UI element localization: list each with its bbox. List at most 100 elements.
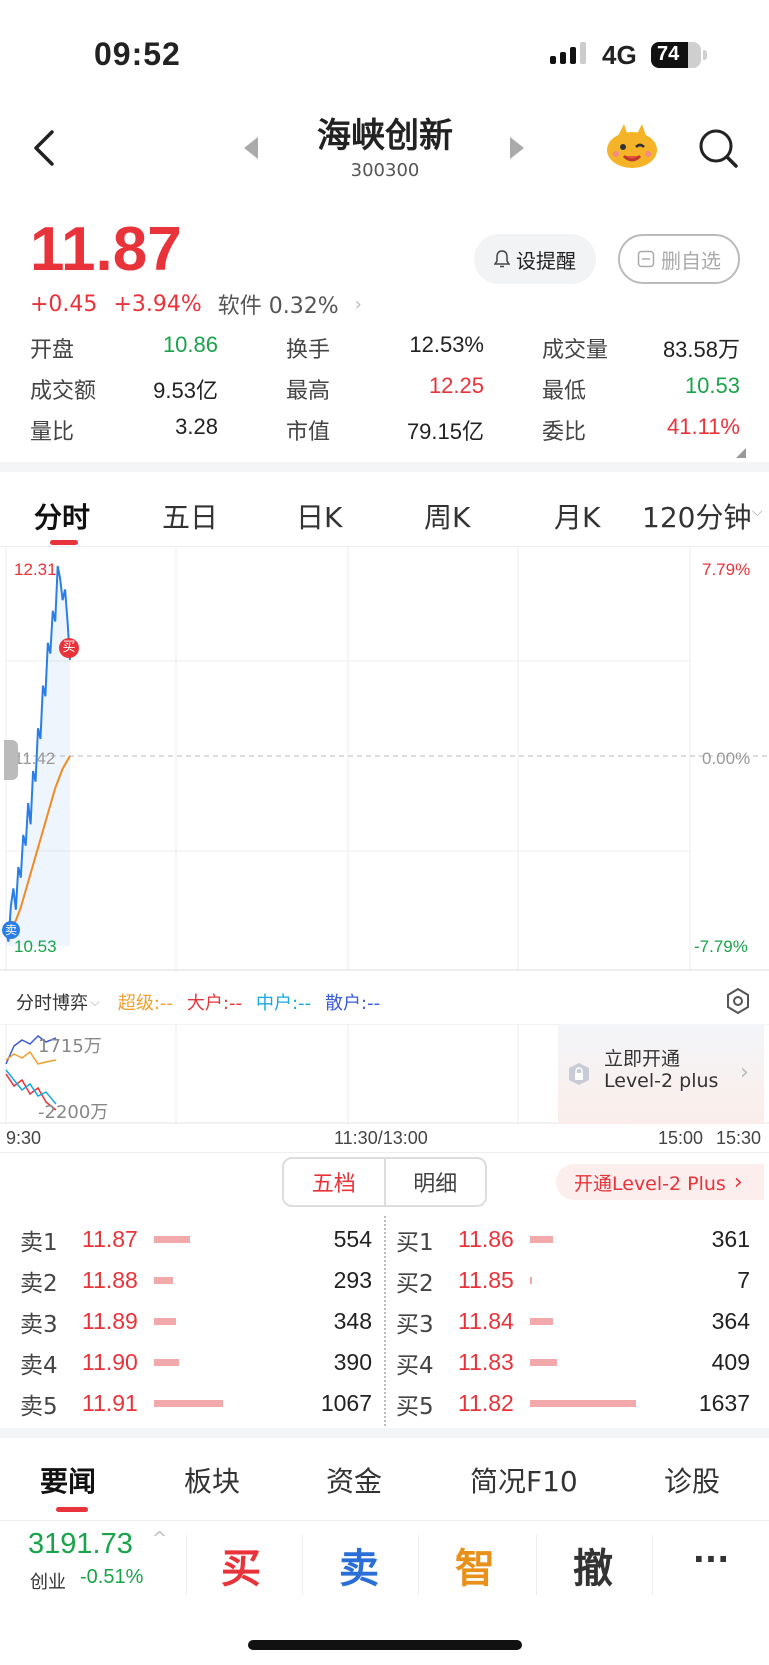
battery-level: 74 <box>657 43 680 65</box>
smart-button[interactable]: 智 <box>440 1536 510 1594</box>
settings-icon[interactable] <box>725 988 751 1014</box>
level-volume: 348 <box>333 1308 372 1334</box>
chart-tab[interactable]: 120分钟 <box>642 496 751 536</box>
stat-value: 10.86 <box>162 332 218 357</box>
separator <box>536 1535 537 1595</box>
sell-marker[interactable]: 卖 <box>2 921 20 939</box>
news-tab[interactable]: 诊股 <box>664 1460 720 1500</box>
flow-bottom-value: -2200万 <box>38 1102 109 1123</box>
section-divider <box>0 462 769 472</box>
tab-five-levels[interactable]: 五档 <box>284 1159 386 1205</box>
stat-label: 最高 <box>286 379 331 404</box>
sell-row[interactable]: 卖5 11.91 1067 <box>20 1383 372 1424</box>
chart-tab[interactable]: 分时 <box>34 496 90 536</box>
volume-bar <box>154 1318 177 1325</box>
set-alert-button[interactable]: 设提醒 <box>474 234 596 284</box>
level-price: 11.85 <box>458 1267 514 1293</box>
news-tab[interactable]: 资金 <box>326 1460 382 1500</box>
separator <box>418 1535 419 1595</box>
sell-row[interactable]: 卖1 11.87 554 <box>20 1219 372 1260</box>
buy-marker[interactable]: 买 <box>59 638 79 658</box>
chart-tab[interactable]: 日K <box>296 496 342 536</box>
section-divider <box>0 1428 769 1438</box>
mascot-icon[interactable] <box>604 122 660 170</box>
buy-row[interactable]: 买4 11.83 409 <box>396 1342 750 1383</box>
level-label: 卖4 <box>20 1352 58 1379</box>
pct-high-label: 7.79% <box>702 560 751 579</box>
chart-tab[interactable]: 周K <box>424 496 470 536</box>
level-label: 卖5 <box>20 1393 58 1420</box>
orderbook-divider <box>384 1216 386 1426</box>
level-label: 卖1 <box>20 1229 58 1256</box>
level-label: 买2 <box>396 1270 434 1297</box>
intraday-chart[interactable] <box>0 546 769 971</box>
buy-row[interactable]: 买2 11.85 7 <box>396 1260 750 1301</box>
volume-bar <box>530 1318 554 1325</box>
separator <box>186 1535 187 1595</box>
side-handle[interactable] <box>4 740 18 780</box>
level-price: 11.86 <box>458 1226 514 1252</box>
time-mid: 11:30/13:00 <box>334 1128 428 1148</box>
chevron-right-icon: › <box>354 293 362 315</box>
remove-watchlist-button[interactable]: 删自选 <box>618 234 740 284</box>
chart-tab[interactable]: 五日 <box>162 496 218 536</box>
level-price: 11.91 <box>82 1390 138 1416</box>
search-icon[interactable] <box>696 126 740 170</box>
time-1500: 15:00 <box>658 1128 704 1148</box>
stat-value: 79.15亿 <box>406 419 484 444</box>
cancel-order-button[interactable]: 撤 <box>558 1536 628 1594</box>
volume-bar <box>154 1359 180 1366</box>
price-change: +0.45 <box>30 291 98 317</box>
news-tab[interactable]: 简况F10 <box>470 1460 578 1500</box>
level-volume: 554 <box>333 1226 372 1252</box>
level-volume: 390 <box>333 1349 372 1375</box>
time-end: 15:30 <box>716 1128 762 1148</box>
news-tab[interactable]: 板块 <box>184 1460 240 1500</box>
sell-row[interactable]: 卖4 11.90 390 <box>20 1342 372 1383</box>
stat-label: 市值 <box>286 420 331 445</box>
level-volume: 293 <box>333 1267 372 1293</box>
level-volume: 364 <box>711 1308 750 1334</box>
set-alert-label: 设提醒 <box>516 248 576 273</box>
level-volume: 409 <box>711 1349 750 1375</box>
more-button[interactable]: ··· <box>676 1540 746 1578</box>
prev-stock-icon[interactable] <box>244 137 258 159</box>
index-value[interactable]: 3191.73 <box>28 1528 133 1561</box>
stat-value: 83.58万 <box>662 337 740 362</box>
level2-card-title: 立即开通 <box>604 1048 681 1070</box>
lock-icon <box>569 1063 589 1085</box>
tab-details[interactable]: 明细 <box>386 1159 486 1205</box>
level2-link[interactable]: 开通Level-2 Plus › <box>556 1164 764 1200</box>
y-low-label: 10.53 <box>14 937 57 956</box>
level-price: 11.87 <box>82 1226 138 1252</box>
flow-top-value: 1715万 <box>38 1036 102 1057</box>
back-arrow-icon[interactable] <box>30 128 58 168</box>
level-label: 买1 <box>396 1229 434 1256</box>
sell-row[interactable]: 卖3 11.89 348 <box>20 1301 372 1342</box>
level-price: 11.89 <box>82 1308 138 1334</box>
orderbook-segment: 五档 明细 <box>282 1157 487 1207</box>
flow-title[interactable]: 分时博弈 <box>16 989 88 1015</box>
level2-promo-card[interactable]: 立即开通 Level-2 plus › <box>558 1024 764 1124</box>
sector-link[interactable]: 软件 0.32% <box>218 288 339 320</box>
stat-value: 12.53% <box>409 332 484 357</box>
buy-button[interactable]: 买 <box>206 1536 276 1594</box>
battery-icon: 74 <box>651 42 701 68</box>
volume-bar <box>154 1277 174 1284</box>
sell-button[interactable]: 卖 <box>324 1536 394 1594</box>
chart-tab[interactable]: 月K <box>554 496 600 536</box>
stat-label: 开盘 <box>30 338 75 363</box>
signal-icon <box>550 42 586 64</box>
status-time: 09:52 <box>94 36 181 72</box>
buy-row[interactable]: 买5 11.82 1637 <box>396 1383 750 1424</box>
news-tab[interactable]: 要闻 <box>40 1460 96 1500</box>
volume-bar <box>530 1400 636 1407</box>
price-change-pct: +3.94% <box>113 291 202 317</box>
buy-row[interactable]: 买1 11.86 361 <box>396 1219 750 1260</box>
buy-row[interactable]: 买3 11.84 364 <box>396 1301 750 1342</box>
sell-row[interactable]: 卖2 11.88 293 <box>20 1260 372 1301</box>
level-volume: 1067 <box>320 1390 372 1416</box>
next-stock-icon[interactable] <box>510 137 524 159</box>
expand-corner-icon[interactable] <box>736 448 746 458</box>
current-price: 11.87 <box>30 215 182 284</box>
